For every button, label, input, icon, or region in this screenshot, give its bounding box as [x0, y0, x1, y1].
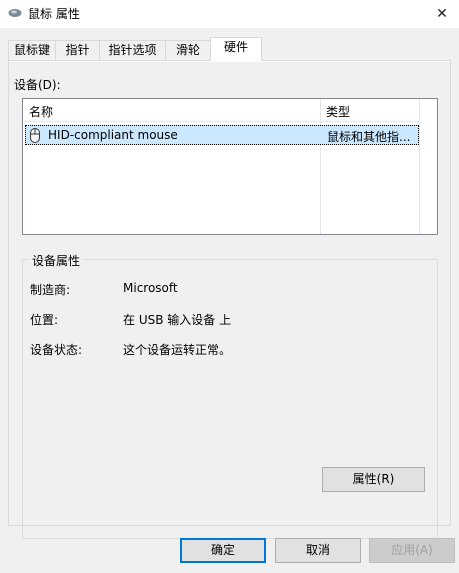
tab-pointers[interactable]: 指针	[55, 40, 100, 60]
properties-button[interactable]: 属性(R)	[322, 467, 425, 492]
mouse-device-icon	[30, 128, 40, 143]
device-properties-group	[22, 259, 438, 539]
apply-button[interactable]: 应用(A)	[369, 538, 455, 563]
device-type: 鼠标和其他指...	[327, 130, 411, 144]
ok-button[interactable]: 确定	[180, 538, 266, 563]
tab-mouse-buttons[interactable]: 鼠标键	[8, 40, 56, 60]
manufacturer-value: Microsoft	[123, 281, 178, 295]
location-value: 在 USB 输入设备 上	[123, 313, 232, 327]
mouse-app-icon	[8, 9, 22, 17]
manufacturer-label: 制造商:	[30, 283, 71, 297]
status-label: 设备状态:	[30, 343, 83, 357]
tab-pointer-options[interactable]: 指针选项	[99, 40, 166, 60]
group-title: 设备属性	[28, 252, 85, 269]
devices-list[interactable]: 名称 类型 HID-compliant mouse 鼠标和其他指...	[22, 98, 438, 235]
dialog-body: 鼠标键 指针 指针选项 滑轮 硬件 设备(D): 名称 类型 HID-compl…	[0, 28, 459, 573]
devices-label: 设备(D):	[14, 78, 61, 92]
title-bar: 鼠标 属性 ✕	[0, 0, 459, 28]
location-label: 位置:	[30, 313, 59, 327]
device-name: HID-compliant mouse	[48, 128, 178, 142]
window-title: 鼠标 属性	[28, 7, 80, 21]
cancel-button[interactable]: 取消	[275, 538, 361, 563]
column-header-name[interactable]: 名称	[29, 103, 53, 120]
close-icon: ✕	[436, 6, 448, 22]
column-header-type[interactable]: 类型	[326, 103, 350, 120]
list-header: 名称 类型	[23, 99, 419, 122]
list-item[interactable]: HID-compliant mouse 鼠标和其他指...	[25, 125, 419, 145]
close-button[interactable]: ✕	[425, 0, 459, 28]
tab-hardware[interactable]: 硬件	[210, 37, 262, 61]
status-value: 这个设备运转正常。	[123, 343, 232, 357]
tab-wheel[interactable]: 滑轮	[165, 40, 211, 60]
